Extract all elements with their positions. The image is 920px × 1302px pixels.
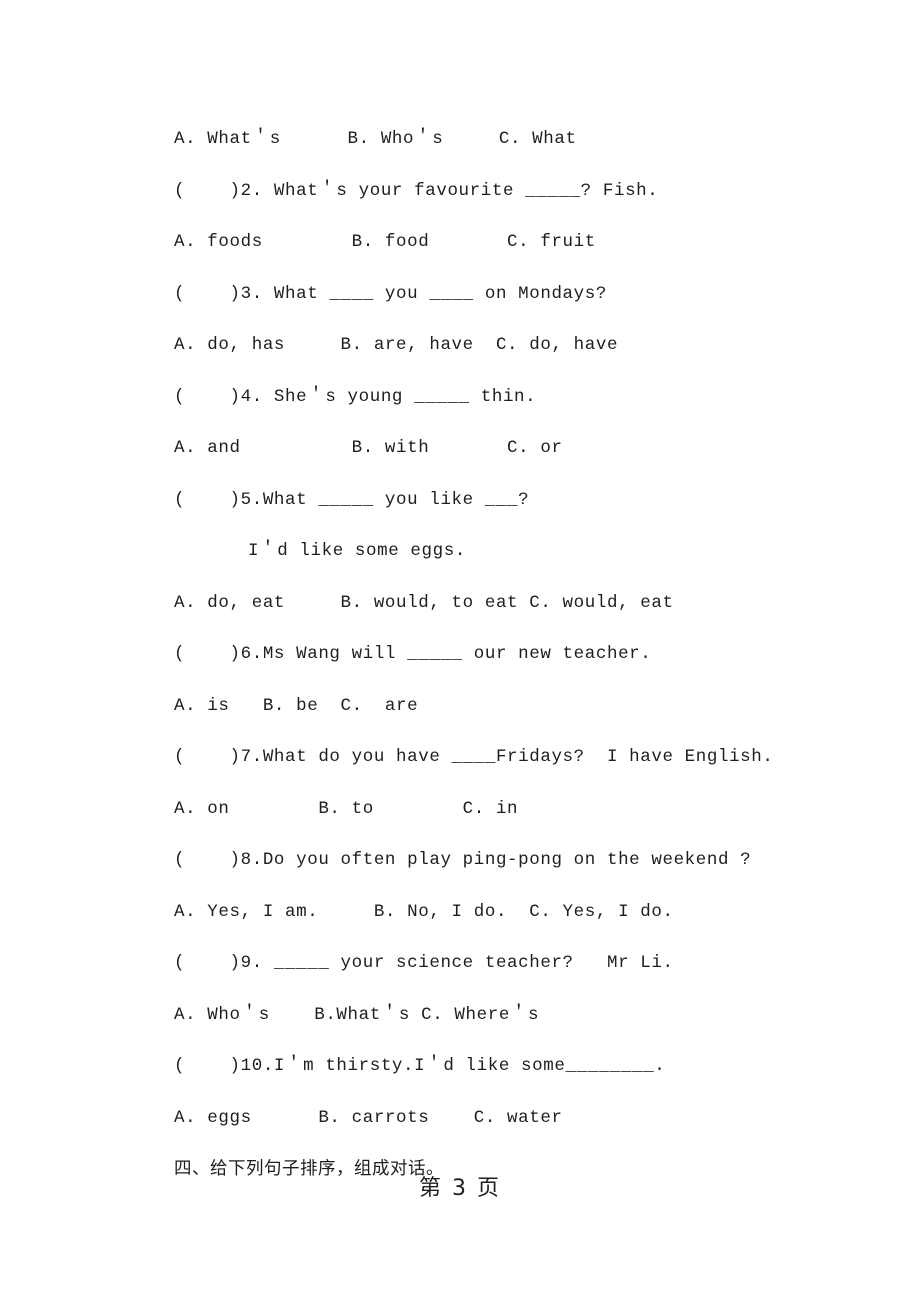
q10-options-line: A. eggs B. carrots C. water <box>174 1107 563 1128</box>
q8-stem-line: ( )8.Do you often play ping-pong on the … <box>174 850 752 870</box>
q4-stem-line: ( )4. She＇s young _____ thin. <box>174 386 537 407</box>
q5-options-line: A. do, eat B. would, to eat C. would, ea… <box>174 592 674 613</box>
q6-options-line: A. is B. be C. are <box>174 695 419 716</box>
q4-options-line: A. and B. with C. or <box>174 438 563 458</box>
q10-stem-line: ( )10.I＇m thirsty.I＇d like some________. <box>174 1056 666 1076</box>
q9-options-line: A. Who＇s B.What＇s C. Where＇s <box>174 1004 540 1025</box>
q8-options-line: A. Yes, I am. B. No, I do. C. Yes, I do. <box>174 901 674 922</box>
q7-stem-line: ( )7.What do you have ____Fridays? I hav… <box>174 747 774 767</box>
exam-page: A. What＇s B. Who＇s C. What ( )2. What＇s … <box>0 0 920 1302</box>
page-footer: 第 3 页 <box>419 1176 501 1201</box>
q2-stem-line: ( )2. What＇s your favourite _____? Fish. <box>174 180 659 201</box>
q2-options-line: A. foods B. food C. fruit <box>174 232 596 252</box>
q6-stem-line: ( )6.Ms Wang will _____ our new teacher. <box>174 644 652 664</box>
q5-stem-line: ( )5.What _____ you like ___? <box>174 489 530 510</box>
q5-stem-continuation-line: I＇d like some eggs. <box>248 541 466 561</box>
q3-stem-line: ( )3. What ____ you ____ on Mondays? <box>174 283 607 304</box>
q1-options-line: A. What＇s B. Who＇s C. What <box>174 129 577 149</box>
q9-stem-line: ( )9. _____ your science teacher? Mr Li. <box>174 953 674 973</box>
q3-options-line: A. do, has B. are, have C. do, have <box>174 335 619 355</box>
q7-options-line: A. on B. to C. in <box>174 798 519 819</box>
question-list: A. What＇s B. Who＇s C. What ( )2. What＇s … <box>174 114 874 1196</box>
